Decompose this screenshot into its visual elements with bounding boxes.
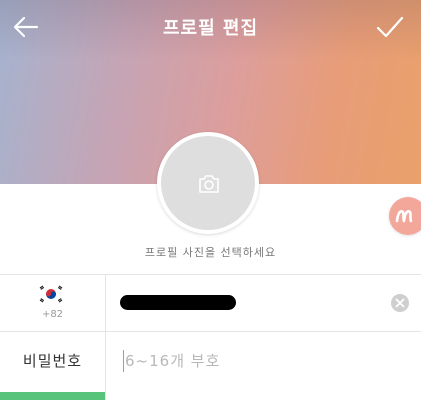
country-code: +82 (41, 309, 64, 320)
checkmark-icon (376, 16, 404, 38)
profile-photo-picker[interactable] (157, 132, 259, 234)
m-logo-icon (395, 210, 413, 223)
text-cursor (123, 350, 124, 372)
password-input[interactable] (106, 333, 421, 389)
page-title: 프로필 편집 (162, 18, 259, 39)
camera-icon (199, 175, 219, 193)
clear-x-icon (395, 298, 405, 308)
password-label: 비밀번호 (22, 352, 83, 370)
phone-number-input[interactable] (106, 276, 390, 330)
korea-flag-icon (38, 284, 64, 304)
active-indicator (0, 392, 105, 400)
clear-phone-button[interactable] (391, 294, 409, 312)
floating-app-badge[interactable] (389, 197, 421, 235)
divider (0, 331, 421, 332)
photo-caption: 프로필 사진을 선택하세요 (144, 246, 277, 259)
done-button[interactable] (373, 10, 407, 44)
